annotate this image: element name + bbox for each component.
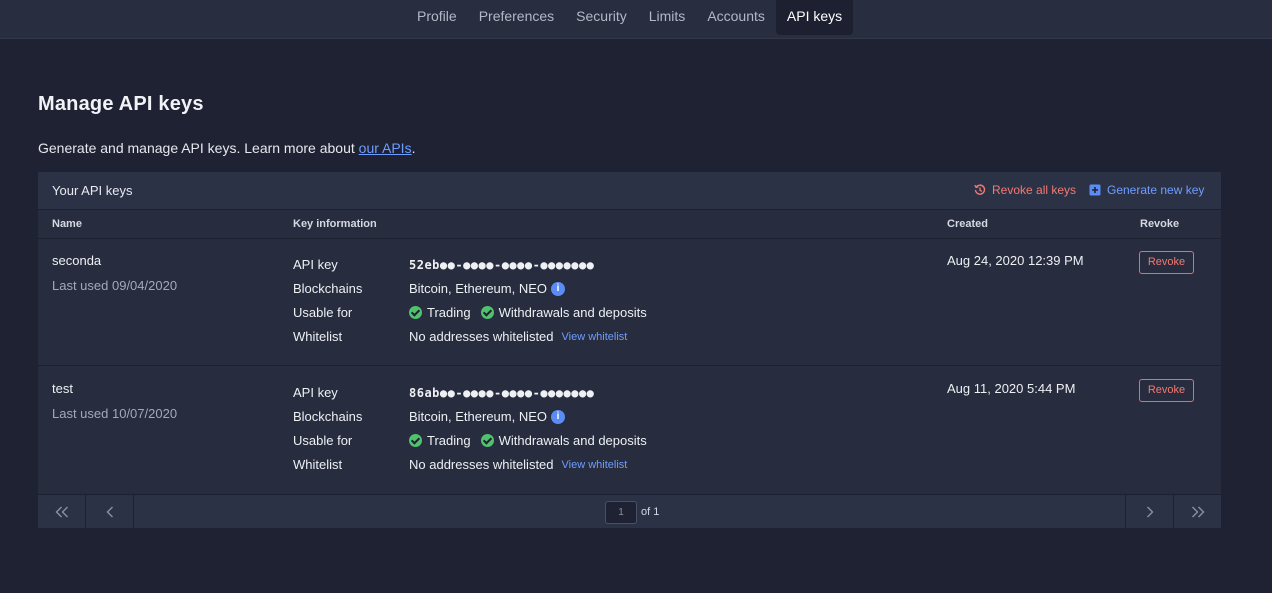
next-page-button[interactable]: [1125, 495, 1173, 529]
settings-tabs: Profile Preferences Security Limits Acco…: [406, 0, 854, 35]
double-chevron-left-icon: [55, 506, 68, 518]
api-key-value: 52eb●●-●●●●-●●●●-●●●●●●●: [409, 258, 595, 272]
blockchains-text: Bitcoin, Ethereum, NEO: [409, 281, 547, 296]
double-chevron-right-icon: [1191, 506, 1204, 518]
chevron-left-icon: [106, 506, 113, 518]
created-date: Aug 11, 2020 5:44 PM: [947, 381, 1076, 396]
revoke-button[interactable]: Revoke: [1139, 251, 1194, 274]
intro-end: .: [411, 140, 416, 156]
permission-trading: Trading: [427, 305, 471, 320]
whitelist-label: Whitelist: [293, 329, 343, 344]
revoke-all-keys-button[interactable]: Revoke all keys: [974, 183, 1076, 197]
page-total: of 1: [641, 506, 660, 518]
generate-new-key-button[interactable]: Generate new key: [1089, 183, 1204, 197]
info-icon[interactable]: i: [551, 281, 565, 296]
whitelist-value: No addresses whitelisted View whitelist: [409, 329, 627, 344]
blockchains-text: Bitcoin, Ethereum, NEO: [409, 409, 547, 424]
column-header-key-information: Key information: [293, 218, 377, 230]
key-name: test: [52, 381, 73, 396]
last-page-button[interactable]: [1173, 495, 1221, 529]
last-used: Last used 10/07/2020: [52, 406, 178, 421]
api-key-label: API key: [293, 257, 338, 272]
table-row: seconda Last used 09/04/2020 API key 52e…: [38, 239, 1221, 366]
api-keys-card: Your API keys Revoke all keys Generate n…: [38, 172, 1221, 529]
column-header-name: Name: [52, 218, 82, 230]
permission-trading: Trading: [427, 433, 471, 448]
view-whitelist-link[interactable]: View whitelist: [562, 331, 628, 343]
first-page-button[interactable]: [38, 495, 86, 529]
blockchains-label: Blockchains: [293, 281, 363, 296]
whitelist-value: No addresses whitelisted View whitelist: [409, 457, 627, 472]
pagination: of 1: [38, 494, 1221, 529]
revoke-button[interactable]: Revoke: [1139, 379, 1194, 402]
view-whitelist-link[interactable]: View whitelist: [562, 459, 628, 471]
intro-body: Generate and manage API keys. Learn more…: [38, 140, 359, 156]
card-title: Your API keys: [52, 183, 133, 198]
page-number-input[interactable]: [605, 501, 637, 524]
last-used: Last used 09/04/2020: [52, 278, 178, 293]
info-icon[interactable]: i: [551, 409, 565, 424]
generate-new-key-label: Generate new key: [1107, 183, 1205, 197]
usable-for-value: Trading Withdrawals and deposits: [409, 433, 647, 448]
history-icon: [974, 184, 986, 195]
blockchains-label: Blockchains: [293, 409, 363, 424]
column-header-created: Created: [947, 218, 988, 230]
our-apis-link[interactable]: our APIs: [359, 140, 412, 156]
plus-square-icon: [1089, 184, 1101, 196]
usable-for-value: Trading Withdrawals and deposits: [409, 305, 647, 320]
blockchains-value: Bitcoin, Ethereum, NEO i: [409, 281, 565, 296]
key-name: seconda: [52, 253, 102, 268]
permission-withdrawals: Withdrawals and deposits: [498, 305, 647, 320]
check-circle-icon: [409, 434, 422, 447]
check-circle-icon: [480, 434, 494, 447]
tab-profile[interactable]: Profile: [406, 0, 468, 35]
tab-security[interactable]: Security: [565, 0, 638, 35]
usable-for-label: Usable for: [293, 433, 353, 448]
whitelist-label: Whitelist: [293, 457, 343, 472]
tab-preferences[interactable]: Preferences: [468, 0, 565, 35]
api-key-value: 86ab●●-●●●●-●●●●-●●●●●●●: [409, 386, 595, 400]
top-navigation: Profile Preferences Security Limits Acco…: [0, 0, 1272, 39]
created-date: Aug 24, 2020 12:39 PM: [947, 253, 1084, 268]
permission-withdrawals: Withdrawals and deposits: [498, 433, 647, 448]
tab-limits[interactable]: Limits: [638, 0, 697, 35]
check-circle-icon: [409, 306, 422, 319]
check-circle-icon: [480, 306, 494, 319]
intro-text: Generate and manage API keys. Learn more…: [38, 140, 415, 156]
previous-page-button[interactable]: [86, 495, 134, 529]
blockchains-value: Bitcoin, Ethereum, NEO i: [409, 409, 565, 424]
table-header: Name Key information Created Revoke: [38, 210, 1221, 239]
whitelist-text: No addresses whitelisted: [409, 329, 554, 344]
usable-for-label: Usable for: [293, 305, 353, 320]
revoke-all-label: Revoke all keys: [992, 183, 1077, 197]
table-row: test Last used 10/07/2020 API key 86ab●●…: [38, 367, 1221, 494]
chevron-right-icon: [1146, 506, 1153, 518]
column-header-revoke: Revoke: [1140, 218, 1180, 230]
card-header: Your API keys Revoke all keys Generate n…: [38, 172, 1221, 210]
whitelist-text: No addresses whitelisted: [409, 457, 554, 472]
api-key-label: API key: [293, 385, 338, 400]
tab-accounts[interactable]: Accounts: [696, 0, 776, 35]
page-title: Manage API keys: [38, 93, 204, 115]
tab-api-keys[interactable]: API keys: [775, 0, 854, 35]
